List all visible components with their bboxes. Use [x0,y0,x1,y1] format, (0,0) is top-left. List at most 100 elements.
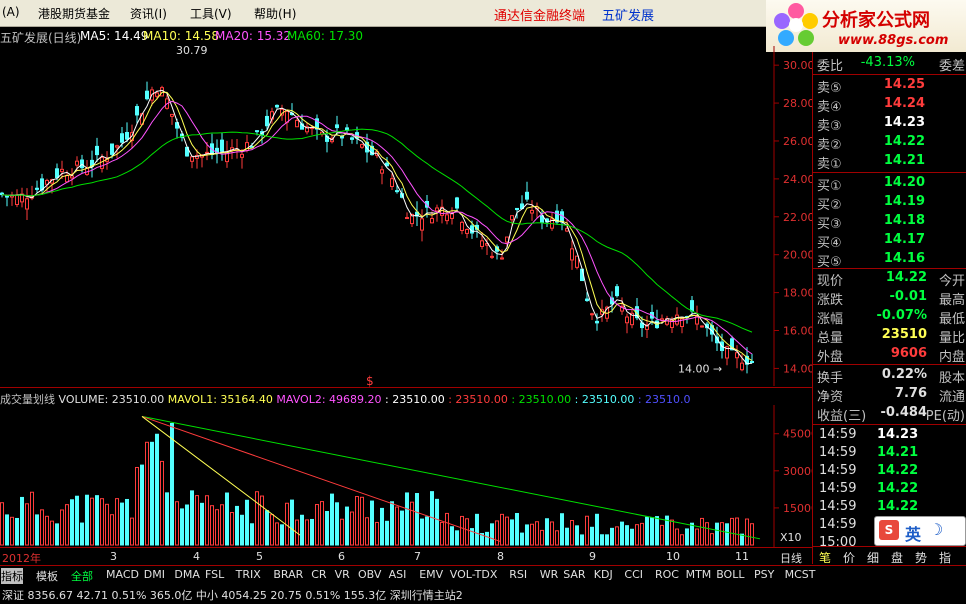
sells-value: 14.25 [883,77,925,92]
indicator-tab-macd[interactable]: MACD [106,568,139,581]
indicator-tab-brar[interactable]: BRAR [273,568,303,581]
sells-value: 14.23 [883,115,925,130]
volume-bar [160,460,164,546]
candle-body [700,325,704,328]
tick-price: 14.22 [877,463,919,478]
stats2-row: 收益(三) -0.484 PE(动) [817,405,965,424]
menu-item-info[interactable]: 资讯(I) [130,5,167,22]
stats2-label2: 流通 [938,390,965,405]
indicator-tab-roc[interactable]: ROC [655,568,679,581]
volume-bar [125,498,129,546]
quote-tab-4[interactable]: 势 [915,549,927,566]
quote-tab-0[interactable]: 笔 [819,549,831,566]
indicator-tab-fsl[interactable]: FSL [205,568,224,581]
volume-bar [265,510,269,546]
volume-bar [450,526,454,546]
buys-value: 14.19 [883,194,925,209]
stats-label2: 最高 [938,293,965,308]
volume-bar [600,534,604,546]
volume-bar [215,509,219,546]
indicator-tab-psy[interactable]: PSY [754,568,774,581]
indicator-tab-mcst[interactable]: MCST [785,568,816,581]
indicator-tab-rsi[interactable]: RSI [509,568,527,581]
indicator-tab-dma[interactable]: DMA [174,568,200,581]
indicator-tab-全部[interactable]: 全部 [71,568,93,584]
indicator-tab-boll[interactable]: BOLL [716,568,744,581]
period-label[interactable]: 日线 [780,550,802,566]
quote-tab-2[interactable]: 细 [867,549,879,566]
volume-bar [640,522,644,546]
candle-body [430,218,434,224]
indicator-tab-指标[interactable]: 指标 [1,568,23,584]
menu-first[interactable]: (A) [2,5,20,19]
quote-tab-1[interactable]: 价 [843,549,855,566]
volume-bar [140,464,144,546]
volume-bar [555,530,559,546]
extra-2: : 23510.00 [448,393,508,405]
menu-item-hk[interactable]: 港股期货基金 [38,5,110,22]
volume-bar [670,519,674,546]
indicator-tab-emv[interactable]: EMV [419,568,443,581]
volume-bar [210,505,214,546]
indicator-tab-模板[interactable]: 模板 [36,568,58,584]
indicator-tab-asi[interactable]: ASI [389,568,407,581]
high-price-label: 30.79 [176,46,208,57]
chart-title: 五矿发展(日线) [0,31,82,45]
price-tick-label: 18.00 [783,287,812,300]
stats2-value: -0.484 [880,405,927,420]
volume-bar [700,517,704,546]
candle-body [490,255,494,258]
volume-bar [545,518,549,546]
price-chart[interactable]: 30.00 28.00 26.00 24.00 22.00 20.00 18.00 16.00… [0,46,812,386]
candle-body [275,104,279,108]
candle-body [55,168,59,179]
candle-body [15,194,19,206]
volume-bar [590,526,594,546]
indicator-tab-sar[interactable]: SAR [563,568,585,581]
moon-icon: ☽ [929,520,944,539]
volume-chart[interactable]: 45000 30000 15000 X10 [0,405,812,547]
indicator-tab-trix[interactable]: TRIX [236,568,261,581]
stats-label2: 最低 [938,312,965,327]
ime-indicator[interactable]: S 英 ☽ [874,516,966,546]
menu-item-help[interactable]: 帮助(H) [254,5,296,22]
candle-body [515,207,519,211]
volume-bar [340,518,344,546]
candle-body [570,248,574,261]
volume-bar [55,523,59,546]
volume-bar [45,515,49,546]
indicator-tab-obv[interactable]: OBV [358,568,381,581]
x-label-year: 2012年 [2,552,41,565]
candle-body [625,316,629,324]
menu-item-tools[interactable]: 工具(V) [190,5,232,22]
indicator-tab-cr[interactable]: CR [311,568,326,581]
stats2-label2: 股本 [938,371,965,386]
indicator-tab-dmi[interactable]: DMI [144,568,165,581]
panel-divider [0,387,812,388]
indicator-tab-kdj[interactable]: KDJ [594,568,613,581]
candle-body [525,191,529,200]
volume-bar [715,522,719,546]
quote-tab-5[interactable]: 指 [939,549,951,566]
volume-bar [655,516,659,546]
stats-value: 14.22 [885,270,927,285]
volume-bar [745,518,749,546]
indicator-tab-vr[interactable]: VR [335,568,350,581]
quote-tab-3[interactable]: 盘 [891,549,903,566]
sells-row: 卖① 14.21 [817,153,965,172]
indicator-tab-vol-tdx[interactable]: VOL-TDX [450,568,498,581]
volume-bar [335,502,339,546]
stats-row: 涨幅 -0.07% 最低 [817,308,965,327]
volume-bar [20,496,24,546]
tick-row: 14:59 14.23 [817,427,965,445]
volume-bar [70,499,74,546]
indicator-tab-cci[interactable]: CCI [624,568,643,581]
volume-bar [30,491,34,546]
x-label-7: 7 [414,550,421,563]
candle-body [380,169,384,174]
indicator-tab-wr[interactable]: WR [540,568,559,581]
volume-bar [110,514,114,546]
volume-bar [230,512,234,546]
tick-row: 14:59 14.21 [817,445,965,463]
indicator-tab-mtm[interactable]: MTM [686,568,712,581]
